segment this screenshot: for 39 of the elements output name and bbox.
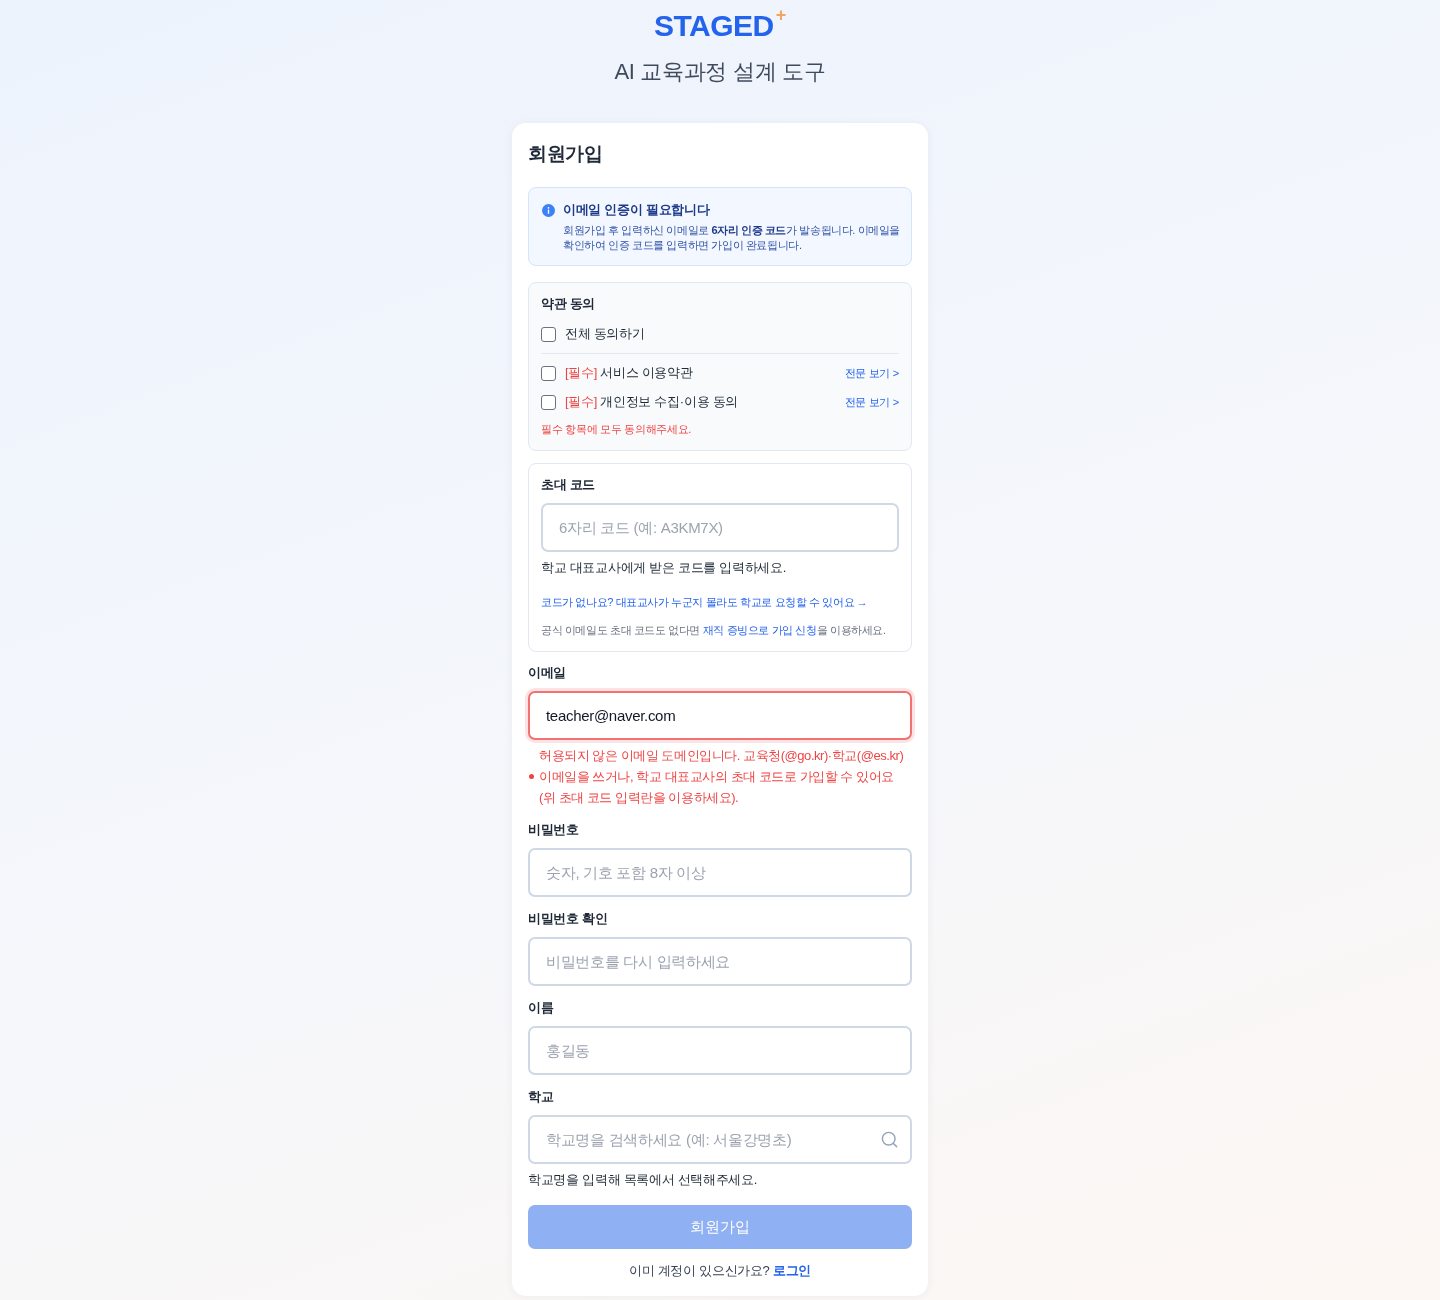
checkbox[interactable] (541, 326, 556, 342)
logo-plus: + (775, 6, 786, 24)
help-text: 학교명을 입력해 목록에서 선택해주세요. (528, 1171, 759, 1189)
request-link[interactable]: 코드가 없나요? 대표교사가 누군지 몰라도 학교로 요청할 수 있어요 → (541, 594, 899, 610)
terms-error: 필수 항목에 모두 동의해주세요. (541, 422, 693, 437)
search-icon[interactable] (880, 1130, 899, 1149)
field-label: 학교 (528, 1088, 555, 1106)
apply-link[interactable]: 재직 증빙으로 가입 신청 (702, 624, 817, 636)
view-full-link[interactable]: 전문 보기 > (844, 365, 899, 381)
field-label: 초대 코드 (541, 476, 597, 494)
error-text: 허용되지 않은 이메일 도메인입니다. 교육청(@go.kr)·학교(@es.kr) 이메일을 쓰거나, 학교 대표교사의 초대 코드로 가입할 수 있어요 (위 초대 코드 입력란을 이용하세요). (539, 747, 905, 807)
field-label: 비밀번호 확인 (528, 910, 609, 928)
terms-label[interactable]: [필수] 개인정보 수집·이용 동의 (565, 392, 836, 412)
input-field[interactable]: 홍길동 (528, 1026, 912, 1075)
tagline: AI 교육과정 설계 도구 (614, 58, 826, 86)
logo-text: STAGED (654, 8, 774, 44)
password-field[interactable]: 숫자, 기호 포함 8자 이상 (528, 848, 912, 897)
notice-title: 이메일 인증이 필요합니다 (563, 201, 711, 219)
error-dot-icon (529, 774, 534, 779)
terms-title: 약관 동의 (541, 295, 597, 313)
info-icon (542, 204, 555, 217)
login-prompt: 이미 계정이 있으신가요? 로그인 (628, 1262, 812, 1280)
view-full-link[interactable]: 전문 보기 > (844, 394, 899, 410)
checkbox[interactable] (541, 394, 556, 410)
notice-text: 회원가입 후 입력하신 이메일로 6자리 인증 코드가 발송됩니다. 이메일을 확인하여 인증 코드를 입력하면 가입이 완료됩니다. (563, 223, 901, 253)
password-field[interactable]: 비밀번호를 다시 입력하세요 (528, 937, 912, 986)
agree-all-label[interactable]: 전체 동의하기 (565, 324, 899, 344)
checkbox[interactable] (541, 365, 556, 381)
login-link[interactable]: 로그인 (772, 1263, 811, 1278)
invite-code-field[interactable]: 6자리 코드 (예: A3KM7X) (541, 503, 899, 552)
form-title: 회원가입 (528, 142, 604, 166)
field-label: 이름 (528, 999, 555, 1017)
email-field[interactable]: teacher@naver.com (528, 691, 912, 740)
note-text: 공식 이메일도 초대 코드도 없다면 재직 증빙으로 가입 신청을 이용하세요. (541, 623, 887, 638)
terms-label[interactable]: [필수] 서비스 이용약관 (565, 363, 836, 383)
search-field[interactable]: 학교명을 검색하세요 (예: 서울강명초) (528, 1115, 912, 1164)
help-text: 학교 대표교사에게 받은 코드를 입력하세요. (541, 559, 788, 577)
field-label: 이메일 (528, 664, 568, 682)
field-label: 비밀번호 (528, 821, 580, 839)
